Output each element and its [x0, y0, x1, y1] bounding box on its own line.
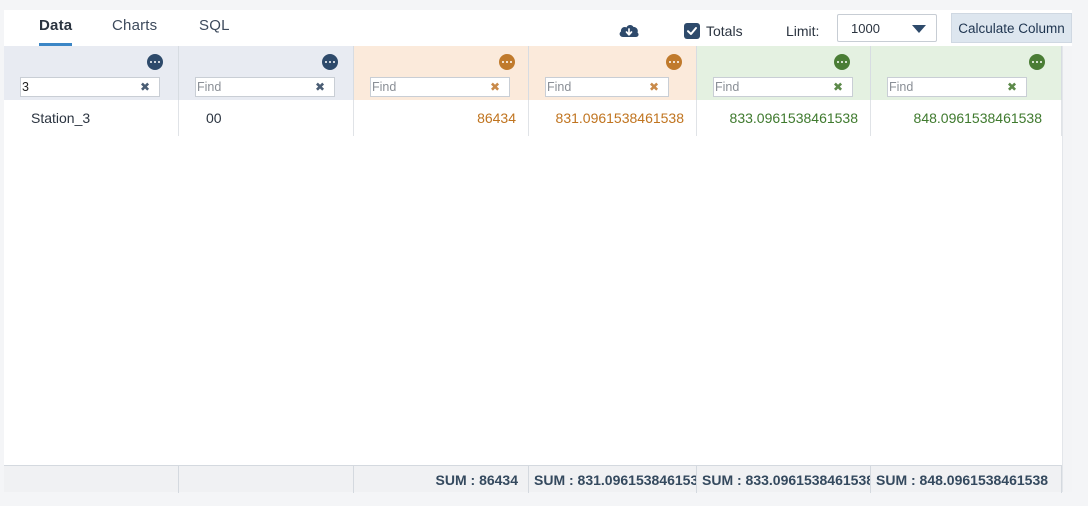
column-filter: ✖: [195, 77, 335, 97]
column-filter: ✖: [20, 77, 160, 97]
totals-label: Totals: [706, 23, 743, 39]
table-cell[interactable]: 86434: [354, 100, 529, 136]
limit-value: 1000: [851, 20, 880, 36]
column-menu-icon[interactable]: [666, 54, 682, 70]
totals-footer: SUM : 86434 SUM : 831.0961538461538 SUM : …: [4, 465, 1062, 493]
header-row: STATIONCODE✖WHENMADE(hour)✖ORDERVALUE(su…: [4, 46, 1062, 100]
limit-select[interactable]: 1000: [837, 14, 937, 42]
tab-charts[interactable]: Charts: [112, 17, 157, 43]
clear-filter-icon[interactable]: ✖: [315, 80, 325, 94]
filter-input[interactable]: [888, 78, 1026, 96]
limit-label: Limit:: [786, 23, 820, 39]
column-menu-icon[interactable]: [1029, 54, 1045, 70]
clear-filter-icon[interactable]: ✖: [649, 80, 659, 94]
column-header: Disable_Cal_Raw✖: [697, 46, 871, 100]
chevron-down-icon: [912, 25, 926, 33]
column-header: WHENMADE(hour)✖: [179, 46, 354, 100]
column-menu-icon[interactable]: [147, 54, 163, 70]
tab-sql[interactable]: SQL: [199, 17, 230, 43]
clear-filter-icon[interactable]: ✖: [490, 80, 500, 94]
column-header: STATIONCODE✖: [4, 46, 179, 100]
tab-data[interactable]: Data: [39, 17, 73, 46]
table-cell[interactable]: 833.0961538461538: [697, 100, 871, 136]
totals-toggle[interactable]: Totals: [684, 21, 743, 41]
filter-input[interactable]: [196, 78, 334, 96]
table-cell[interactable]: 848.0961538461538: [871, 100, 1062, 136]
vertical-scrollbar[interactable]: [1062, 46, 1072, 492]
filter-input[interactable]: [371, 78, 509, 96]
column-menu-icon[interactable]: [499, 54, 515, 70]
clear-filter-icon[interactable]: ✖: [140, 80, 150, 94]
clear-filter-icon[interactable]: ✖: [1007, 80, 1017, 94]
column-header: Enable_Cal_Raw✖: [871, 46, 1062, 100]
column-filter: ✖: [713, 77, 853, 97]
footer-total: [179, 466, 354, 493]
table-cell[interactable]: 00: [179, 100, 354, 136]
footer-total: SUM : 831.0961538461538: [529, 466, 697, 493]
column-menu-icon[interactable]: [834, 54, 850, 70]
column-header: ORDERVALUE(avg)✖: [529, 46, 697, 100]
filter-input[interactable]: [714, 78, 852, 96]
calculate-column-button[interactable]: Calculate Column: [951, 13, 1072, 43]
clear-filter-icon[interactable]: ✖: [833, 80, 843, 94]
footer-total: SUM : 833.0961538461538: [697, 466, 871, 493]
filter-input[interactable]: [21, 78, 159, 96]
column-filter: ✖: [370, 77, 510, 97]
check-icon: [687, 27, 697, 35]
column-filter: ✖: [545, 77, 669, 97]
table-cell[interactable]: Station_3: [4, 100, 179, 136]
data-grid: STATIONCODE✖WHENMADE(hour)✖ORDERVALUE(su…: [4, 46, 1072, 493]
footer-total: [4, 466, 179, 493]
footer-total: SUM : 848.0961538461538: [871, 466, 1062, 493]
column-filter: ✖: [887, 77, 1027, 97]
data-panel: Data Charts SQL Totals Limit: 1000 Calcu…: [4, 10, 1072, 493]
cloud-download-icon[interactable]: [618, 22, 640, 40]
column-menu-icon[interactable]: [322, 54, 338, 70]
column-header: ORDERVALUE(sum)✖: [354, 46, 529, 100]
table-cell[interactable]: 831.0961538461538: [529, 100, 697, 136]
totals-checkbox[interactable]: [684, 23, 700, 39]
footer-total: SUM : 86434: [354, 466, 529, 493]
